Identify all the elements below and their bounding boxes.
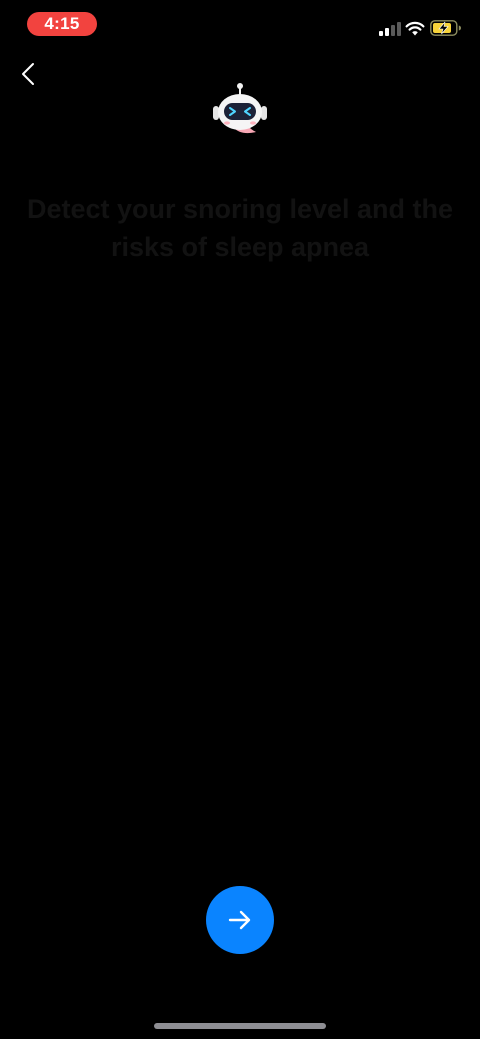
chevron-left-icon bbox=[22, 63, 34, 85]
headline: Detect your snoring level and the risks … bbox=[26, 194, 454, 262]
next-button[interactable] bbox=[206, 886, 274, 954]
home-indicator[interactable] bbox=[154, 1023, 326, 1029]
back-button[interactable] bbox=[14, 58, 42, 90]
signal-icon bbox=[379, 22, 401, 36]
wifi-icon bbox=[405, 21, 425, 36]
arrow-right-icon bbox=[228, 910, 251, 930]
status-bar: 4:15 bbox=[0, 0, 480, 48]
battery-charging-icon bbox=[430, 20, 461, 36]
robot-icon bbox=[213, 83, 267, 134]
status-time[interactable]: 4:15 bbox=[27, 12, 97, 36]
